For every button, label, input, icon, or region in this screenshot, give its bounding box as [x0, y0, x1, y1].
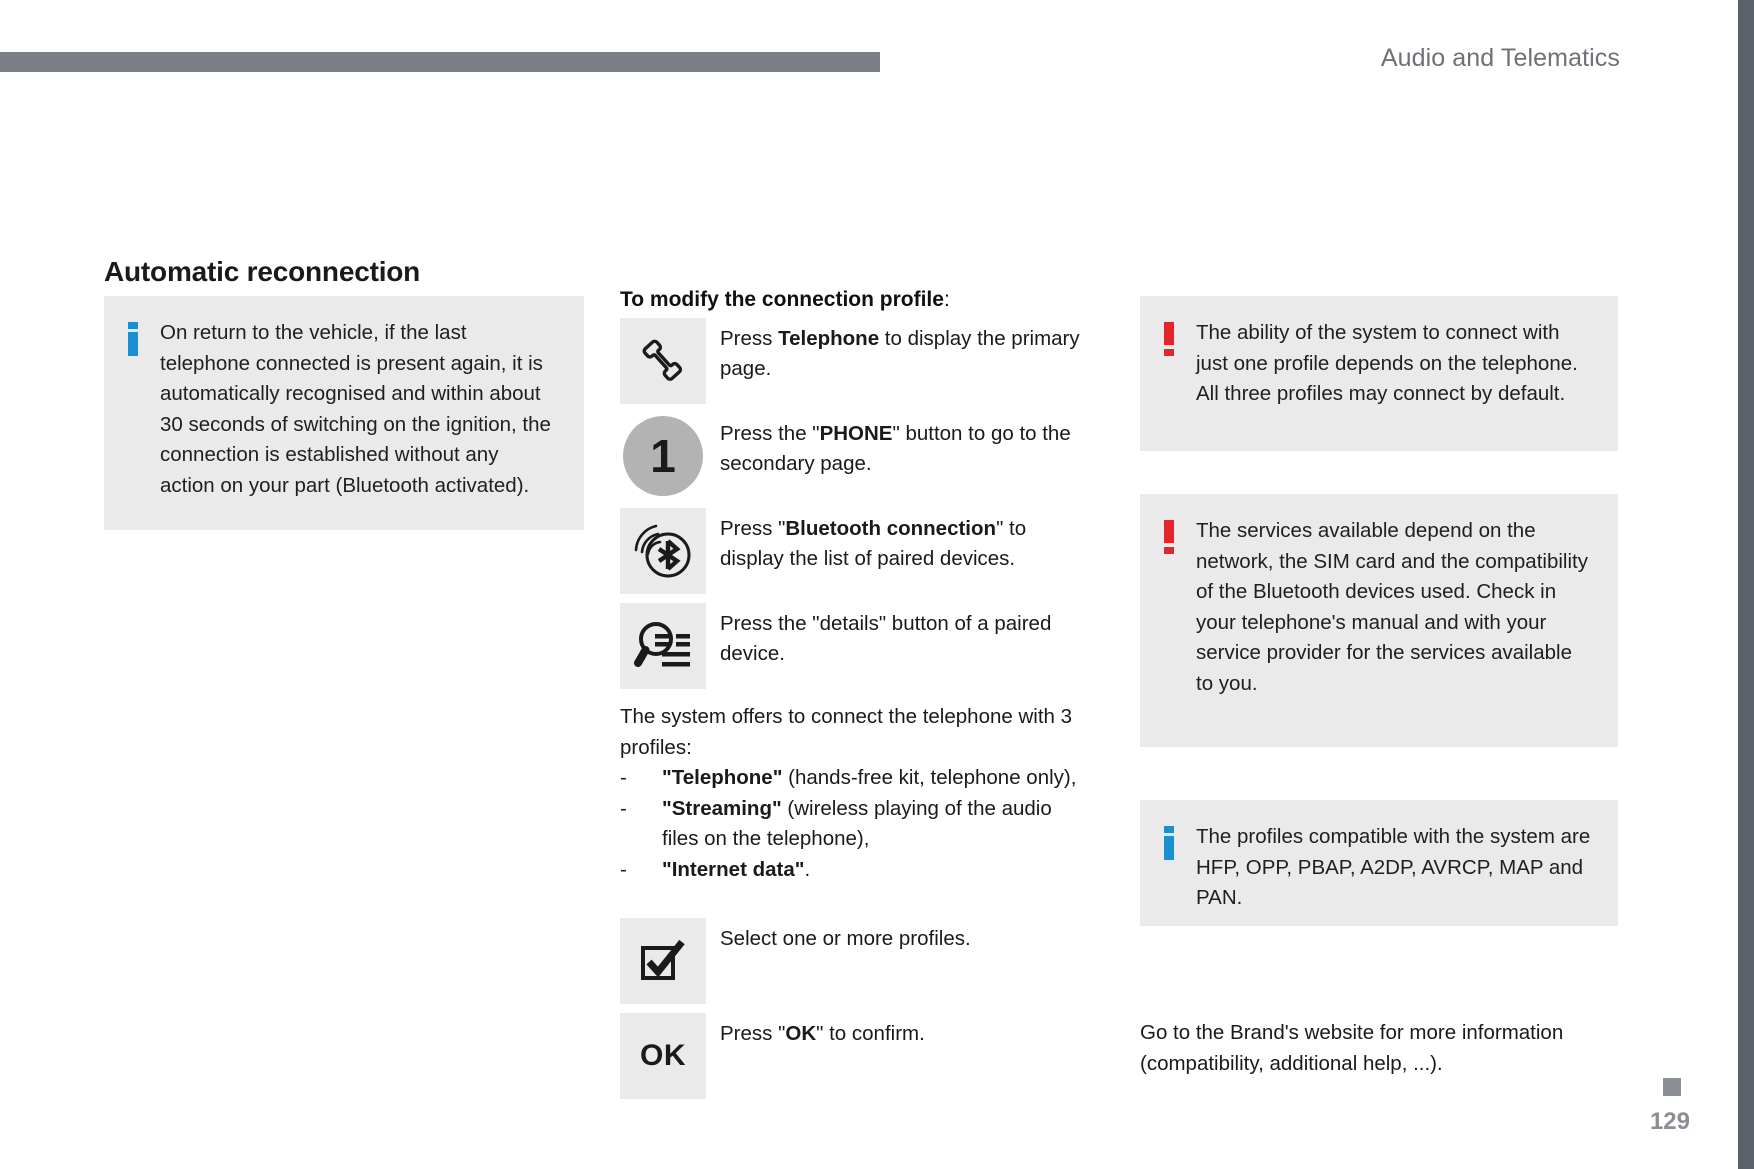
warning-note-2-text: The services available depend on the net… — [1196, 519, 1588, 695]
step-row: Press Telephone to display the primary p… — [620, 318, 1086, 404]
section-title: Automatic reconnection — [104, 255, 421, 287]
profiles-list: - "Telephone" (hands-free kit, telephone… — [620, 763, 1090, 885]
step-row: 1 Press the "PHONE" button to go to the … — [620, 413, 1086, 499]
step-row: Press the "details" button of a paired d… — [620, 603, 1086, 689]
number-one-circle-icon[interactable]: 1 — [620, 413, 706, 499]
number-one-circle-label: 1 — [623, 416, 703, 496]
closing-paragraph: Go to the Brand's website for more infor… — [1140, 1021, 1564, 1075]
step-5-text: Select one or more profiles. — [720, 927, 971, 950]
warning-exclamation-icon — [1162, 318, 1196, 429]
info-icon — [126, 318, 160, 508]
bullet-dash: - — [620, 857, 627, 881]
profiles-intro-paragraph: The system offers to connect the telepho… — [620, 705, 1073, 759]
info-icon — [1162, 822, 1196, 904]
info-note-left-text: On return to the vehicle, if the last te… — [160, 321, 551, 497]
step-3-text: Press "Bluetooth connection" to display … — [706, 508, 1086, 574]
step-2-part-0: Press the " — [720, 422, 820, 445]
step-row: OK Press "OK" to confirm. — [620, 1013, 925, 1099]
info-note-right: The profiles compatible with the system … — [1140, 800, 1618, 926]
step-2-part-1: PHONE — [819, 422, 893, 445]
step-6-part-2: " to confirm. — [816, 1022, 925, 1045]
step-1-part-1: Telephone — [778, 327, 880, 350]
telephone-handset-icon[interactable] — [620, 318, 706, 404]
details-magnifier-icon[interactable] — [620, 603, 706, 689]
profile-name: "Telephone" — [662, 766, 783, 789]
step-6-part-1: OK — [785, 1022, 817, 1045]
profile-name: "Internet data" — [662, 857, 805, 881]
step-3-part-0: Press " — [720, 517, 786, 540]
list-item: - "Internet data". — [620, 855, 1090, 886]
profile-name: "Streaming" — [662, 796, 782, 820]
step-6-text: Press "OK" to confirm. — [706, 1013, 925, 1049]
profile-entry: "Telephone" (hands-free kit, telephone o… — [662, 763, 1090, 794]
warning-note-1-text: The ability of the system to connect wit… — [1196, 321, 1578, 405]
page-number: 129 — [1649, 1108, 1690, 1135]
checkbox-checked-icon[interactable] — [620, 918, 706, 1004]
page-marker-square — [1663, 1078, 1681, 1096]
modify-profile-heading-colon: : — [943, 288, 950, 311]
ok-button-label: OK — [640, 1039, 686, 1072]
profile-desc: . — [804, 857, 811, 881]
bullet-dash: - — [620, 766, 627, 789]
warning-exclamation-icon — [1162, 516, 1196, 725]
profile-desc: (hands-free kit, telephone only), — [782, 766, 1077, 789]
profile-entry: "Internet data". — [662, 855, 1090, 886]
ok-button-icon[interactable]: OK — [620, 1013, 706, 1099]
step-4-text: Press the "details" button of a paired d… — [720, 612, 1052, 665]
page-header-title: Audio and Telematics — [1380, 44, 1620, 72]
bullet-dash: - — [620, 796, 627, 820]
step-1-part-0: Press — [720, 327, 779, 350]
warning-note-2: The services available depend on the net… — [1140, 494, 1618, 747]
manual-page: Audio and Telematics Automatic reconnect… — [0, 0, 1754, 1169]
profile-entry: "Streaming" (wireless playing of the aud… — [662, 794, 1090, 855]
step-3-part-1: Bluetooth connection — [785, 517, 997, 540]
modify-profile-heading: To modify the connection profile: — [620, 288, 950, 312]
warning-note-1: The ability of the system to connect wit… — [1140, 296, 1618, 451]
page-edge-bar — [1738, 0, 1754, 1169]
step-row: Select one or more profiles. — [620, 918, 971, 1004]
step-2-text: Press the "PHONE" button to go to the se… — [706, 413, 1086, 479]
list-item: - "Telephone" (hands-free kit, telephone… — [620, 763, 1090, 794]
bluetooth-connection-icon[interactable] — [620, 508, 706, 594]
modify-profile-heading-bold: To modify the connection profile — [620, 288, 944, 311]
list-item: - "Streaming" (wireless playing of the a… — [620, 794, 1090, 855]
header-rule — [0, 52, 880, 72]
step-1-text: Press Telephone to display the primary p… — [706, 318, 1086, 384]
info-note-left: On return to the vehicle, if the last te… — [104, 296, 584, 530]
step-6-part-0: Press " — [720, 1022, 786, 1045]
step-row: Press "Bluetooth connection" to display … — [620, 508, 1086, 594]
info-note-right-text: The profiles compatible with the system … — [1196, 825, 1591, 909]
